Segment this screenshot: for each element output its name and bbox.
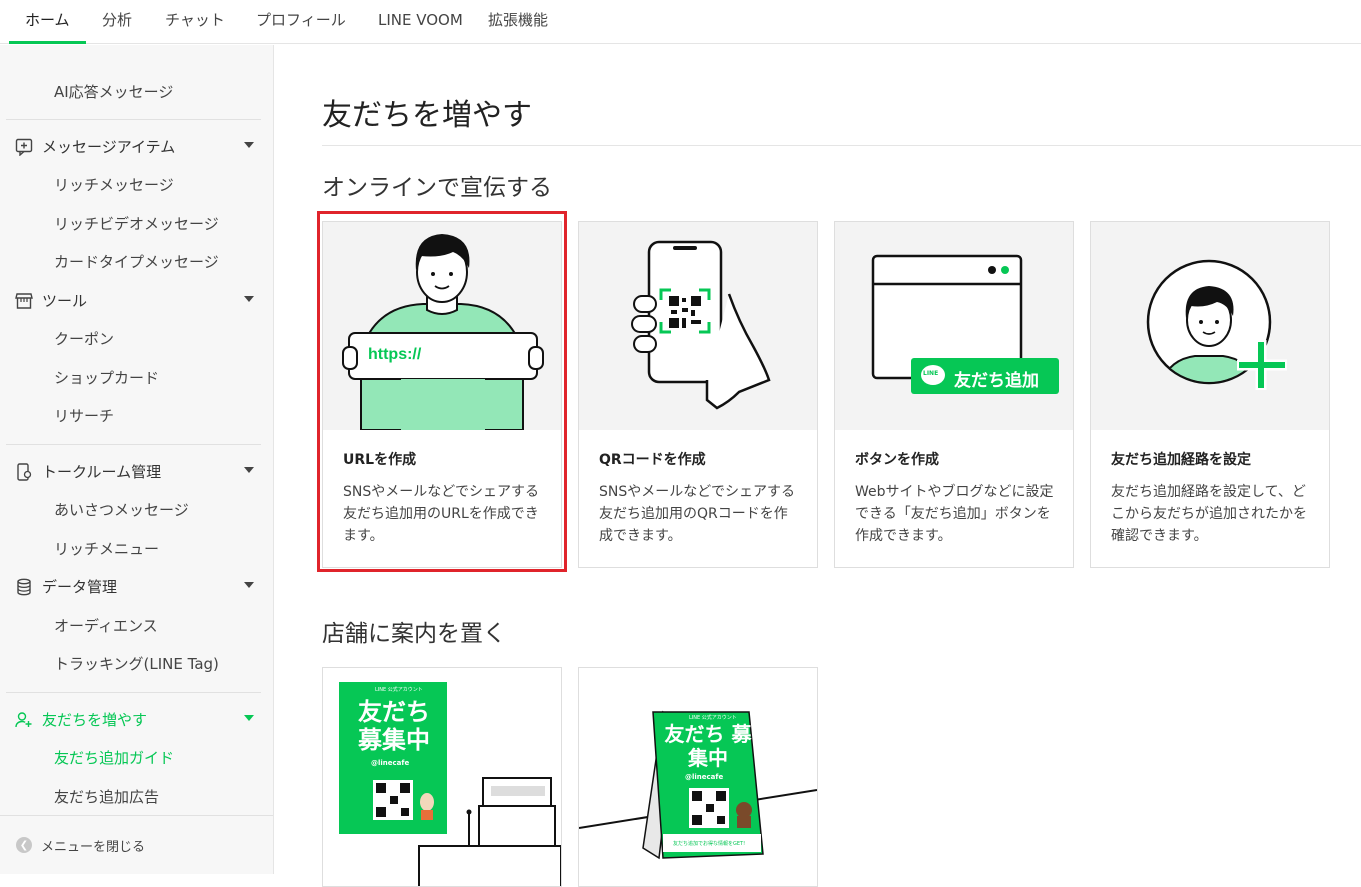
card-description: SNSやメールなどでシェアする友だち追加用のURLを作成できます。 <box>343 484 539 544</box>
sidebar-item-add-friend-ads[interactable]: 友だち追加広告 <box>54 786 159 807</box>
chevron-down-icon <box>244 467 254 473</box>
active-tab-indicator <box>9 41 86 44</box>
tab-home[interactable]: ホーム <box>25 0 70 44</box>
chevron-down-icon <box>244 142 254 148</box>
divider <box>6 119 261 120</box>
divider <box>6 692 261 693</box>
chevron-down-icon <box>244 582 254 588</box>
sidebar-item-rich-menu[interactable]: リッチメニュー <box>54 538 159 559</box>
card-title: URLを作成 <box>343 452 417 468</box>
poster-top-text: LINE 公式アカウント <box>689 715 737 721</box>
divider <box>6 444 261 445</box>
store-icon <box>14 291 34 311</box>
sidebar-group-data-management[interactable]: データ管理 <box>14 576 254 597</box>
sidebar-group-label: メッセージアイテム <box>42 138 176 156</box>
card-description: Webサイトやブログなどに設定できる「友だち追加」ボタンを作成できます。 <box>855 484 1054 544</box>
tab-line-voom[interactable]: LINE VOOM <box>378 0 463 44</box>
top-navigation: ホーム 分析 チャット プロフィール LINE VOOM 拡張機能 <box>0 0 1361 44</box>
sidebar-group-label: ツール <box>42 292 88 310</box>
sidebar-item-rich-message[interactable]: リッチメッセージ <box>54 174 174 195</box>
sidebar-group-message-items[interactable]: メッセージアイテム <box>14 136 254 157</box>
poster-handle: @linecafe <box>685 773 724 781</box>
store-poster-card[interactable]: LINE 公式アカウント 友だち 募集中 @linecafe <box>322 667 562 887</box>
store-table-tent-card[interactable]: LINE 公式アカウント 友だち 募集中 @linecafe 友だち追加でお得な… <box>578 667 818 887</box>
card-description: 友だち追加経路を設定して、どこから友だちが追加されたかを確認できます。 <box>1111 484 1307 544</box>
section-title-store: 店舗に案内を置く <box>322 621 506 647</box>
divider <box>322 145 1361 146</box>
card-description: SNSやメールなどでシェアする友だち追加用のQRコードを作成できます。 <box>599 484 795 544</box>
sidebar: AI応答メッセージ メッセージアイテム リッチメッセージ リッチビデオメッセージ… <box>0 45 274 874</box>
chevron-down-icon <box>244 296 254 302</box>
tab-profile[interactable]: プロフィール <box>256 0 346 44</box>
chevron-down-icon <box>244 715 254 721</box>
section-title-online: オンラインで宣伝する <box>322 175 552 201</box>
phone-settings-icon <box>14 462 34 482</box>
card-title: QRコードを作成 <box>599 452 706 468</box>
chevron-left-icon: ❮ <box>16 837 32 853</box>
sidebar-group-label: トークルーム管理 <box>42 463 162 481</box>
add-user-icon <box>14 710 34 730</box>
button-illustration: LINE 友だち追加 <box>835 222 1073 430</box>
sidebar-item-tracking[interactable]: トラッキング(LINE Tag) <box>54 653 219 674</box>
page-title: 友だちを増やす <box>322 98 532 133</box>
url-illustration: https:// <box>323 222 561 430</box>
sidebar-item-rich-video-message[interactable]: リッチビデオメッセージ <box>54 213 219 234</box>
create-url-card[interactable]: https:// URLを作成 SNSやメールなどでシェアする友だち追加用のUR… <box>322 221 562 568</box>
sidebar-item-card-type-message[interactable]: カードタイプメッセージ <box>54 251 219 272</box>
poster-footer: 友だち追加でお得な情報をGET! <box>673 841 746 847</box>
message-add-icon <box>14 137 34 157</box>
sidebar-group-add-friends[interactable]: 友だちを増やす <box>14 709 254 730</box>
card-title: 友だち追加経路を設定 <box>1111 452 1251 468</box>
create-button-card[interactable]: LINE 友だち追加 ボタンを作成 Webサイトやブログなどに設定できる「友だち… <box>834 221 1074 568</box>
qr-illustration <box>579 222 817 430</box>
sidebar-item-audience[interactable]: オーディエンス <box>54 615 158 636</box>
card-title: ボタンを作成 <box>855 452 939 468</box>
add-friend-art-text: 友だち追加 <box>954 371 1039 391</box>
sidebar-group-label: 友だちを増やす <box>42 711 148 729</box>
poster-title: 友だち 募集中 <box>664 722 752 770</box>
tab-extensions[interactable]: 拡張機能 <box>488 0 548 44</box>
route-illustration <box>1091 222 1329 430</box>
poster-title: 友だち 募集中 <box>358 698 430 754</box>
sidebar-group-label: データ管理 <box>42 578 118 596</box>
sidebar-group-tools[interactable]: ツール <box>14 290 254 311</box>
poster-top-text: LINE 公式アカウント <box>375 687 423 693</box>
set-route-card[interactable]: 友だち追加経路を設定 友だち追加経路を設定して、どこから友だちが追加されたかを確… <box>1090 221 1330 568</box>
sidebar-item-shop-card[interactable]: ショップカード <box>54 367 159 388</box>
create-qr-card[interactable]: QRコードを作成 SNSやメールなどでシェアする友だち追加用のQRコードを作成で… <box>578 221 818 568</box>
close-menu-button[interactable]: ❮ メニューを閉じる <box>0 815 273 874</box>
sidebar-item-greeting-message[interactable]: あいさつメッセージ <box>54 499 189 520</box>
tab-analytics[interactable]: 分析 <box>102 0 132 44</box>
poster-handle: @linecafe <box>371 759 410 767</box>
sidebar-item-research[interactable]: リサーチ <box>54 405 114 426</box>
url-art-text: https:// <box>368 346 422 363</box>
sidebar-item-ai-reply[interactable]: AI応答メッセージ <box>54 81 173 102</box>
close-menu-label: メニューを閉じる <box>41 839 146 855</box>
sidebar-item-add-friend-guide[interactable]: 友だち追加ガイド <box>54 747 174 768</box>
sidebar-group-talkroom[interactable]: トークルーム管理 <box>14 461 254 482</box>
line-logo-icon: LINE <box>923 370 939 377</box>
database-icon <box>14 577 34 597</box>
sidebar-item-coupon[interactable]: クーポン <box>54 328 114 349</box>
tab-chat[interactable]: チャット <box>165 0 225 44</box>
